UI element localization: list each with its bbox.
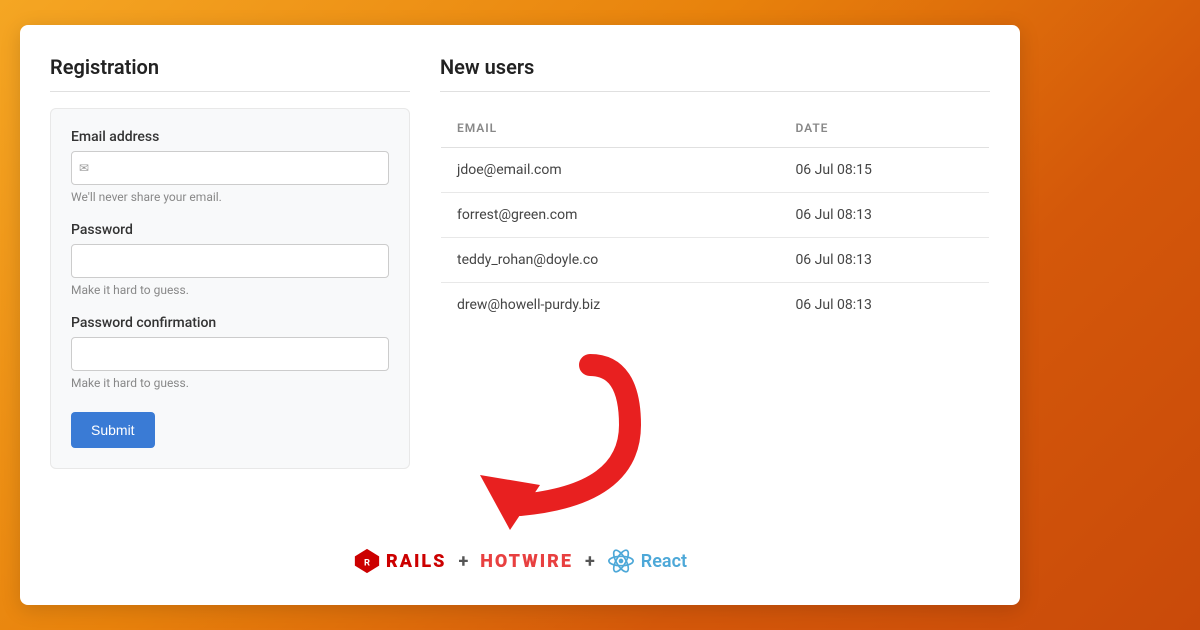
main-card: Registration Email address ✉ We'll never… [20,25,1020,605]
rails-logo: R RAILS [353,547,446,575]
user-date-cell: 06 Jul 08:13 [779,193,989,238]
user-date-cell: 06 Jul 08:13 [779,283,989,328]
plus-sign-2: + [585,551,595,572]
registration-form-card: Email address ✉ We'll never share your e… [50,108,410,469]
date-column-header: DATE [779,109,989,148]
users-table: EMAIL DATE jdoe@email.com 06 Jul 08:15 f… [440,108,990,328]
registration-title: Registration [50,55,410,92]
password-confirmation-hint: Make it hard to guess. [71,376,389,390]
password-confirmation-label: Password confirmation [71,315,389,331]
plus-sign-1: + [458,551,468,572]
table-header-row: EMAIL DATE [441,109,990,148]
user-date-cell: 06 Jul 08:15 [779,148,989,193]
table-row: drew@howell-purdy.biz 06 Jul 08:13 [441,283,990,328]
password-confirmation-input[interactable] [71,337,389,371]
email-input-wrapper: ✉ [71,151,389,185]
hotwire-text: HOTWIRE [480,551,573,572]
react-atom-icon [607,547,635,575]
email-hint: We'll never share your email. [71,190,389,204]
email-input[interactable] [71,151,389,185]
password-group: Password Make it hard to guess. [71,222,389,297]
logos-bar: R RAILS + HOTWIRE + React [20,537,1020,585]
password-label: Password [71,222,389,238]
table-row: teddy_rohan@doyle.co 06 Jul 08:13 [441,238,990,283]
email-group: Email address ✉ We'll never share your e… [71,129,389,204]
rails-text: RAILS [386,551,446,572]
submit-button[interactable]: Submit [71,412,155,448]
password-hint: Make it hard to guess. [71,283,389,297]
table-row: jdoe@email.com 06 Jul 08:15 [441,148,990,193]
new-users-title: New users [440,55,990,92]
user-email-cell: forrest@green.com [441,193,780,238]
email-column-header: EMAIL [441,109,780,148]
email-icon: ✉ [79,161,89,175]
email-label: Email address [71,129,389,145]
users-table-body: jdoe@email.com 06 Jul 08:15 forrest@gree… [441,148,990,328]
user-email-cell: drew@howell-purdy.biz [441,283,780,328]
user-email-cell: jdoe@email.com [441,148,780,193]
rails-gem-icon: R [353,547,381,575]
password-input[interactable] [71,244,389,278]
user-email-cell: teddy_rohan@doyle.co [441,238,780,283]
svg-text:R: R [364,558,370,569]
user-date-cell: 06 Jul 08:13 [779,238,989,283]
react-logo: React [607,547,687,575]
registration-panel: Registration Email address ✉ We'll never… [50,55,410,469]
react-text: React [641,551,687,572]
table-row: forrest@green.com 06 Jul 08:13 [441,193,990,238]
password-confirmation-group: Password confirmation Make it hard to gu… [71,315,389,390]
new-users-panel: New users EMAIL DATE jdoe@email.com 06 J… [440,55,990,469]
